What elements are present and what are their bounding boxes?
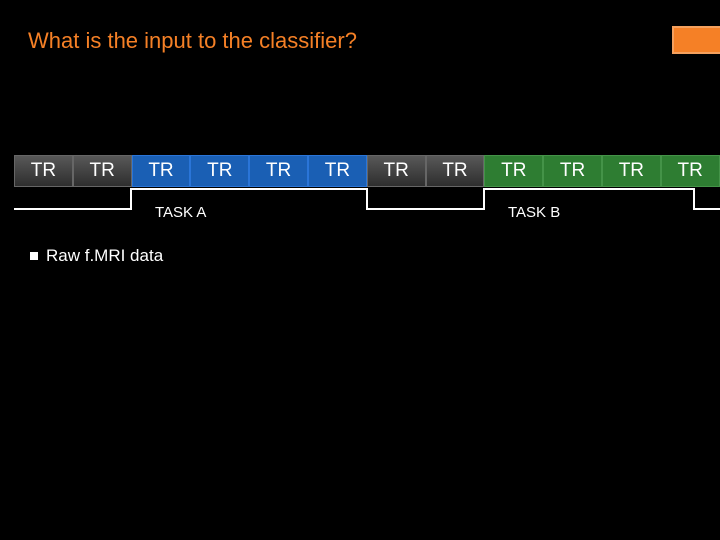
- bullet-raw-fmri: Raw f.MRI data: [30, 246, 163, 266]
- task-a-label: TASK A: [155, 204, 206, 221]
- step-line: [14, 187, 720, 211]
- tr-cell-11: TR: [661, 155, 720, 187]
- tr-cell-2: TR: [132, 155, 191, 187]
- tr-row: TRTRTRTRTRTRTRTRTRTRTRTR: [14, 155, 720, 187]
- tr-cell-5: TR: [308, 155, 367, 187]
- tr-cell-1: TR: [73, 155, 132, 187]
- slide-title: What is the input to the classifier?: [28, 28, 357, 54]
- tr-cell-3: TR: [190, 155, 249, 187]
- task-b-label: TASK B: [508, 204, 560, 221]
- tr-cell-4: TR: [249, 155, 308, 187]
- tr-cell-7: TR: [426, 155, 485, 187]
- tr-cell-9: TR: [543, 155, 602, 187]
- tr-cell-6: TR: [367, 155, 426, 187]
- tr-cell-8: TR: [484, 155, 543, 187]
- tr-cell-0: TR: [14, 155, 73, 187]
- tr-cell-10: TR: [602, 155, 661, 187]
- bullet-square-icon: [30, 252, 38, 260]
- accent-bar: [672, 26, 720, 54]
- bullet-text: Raw f.MRI data: [46, 246, 163, 266]
